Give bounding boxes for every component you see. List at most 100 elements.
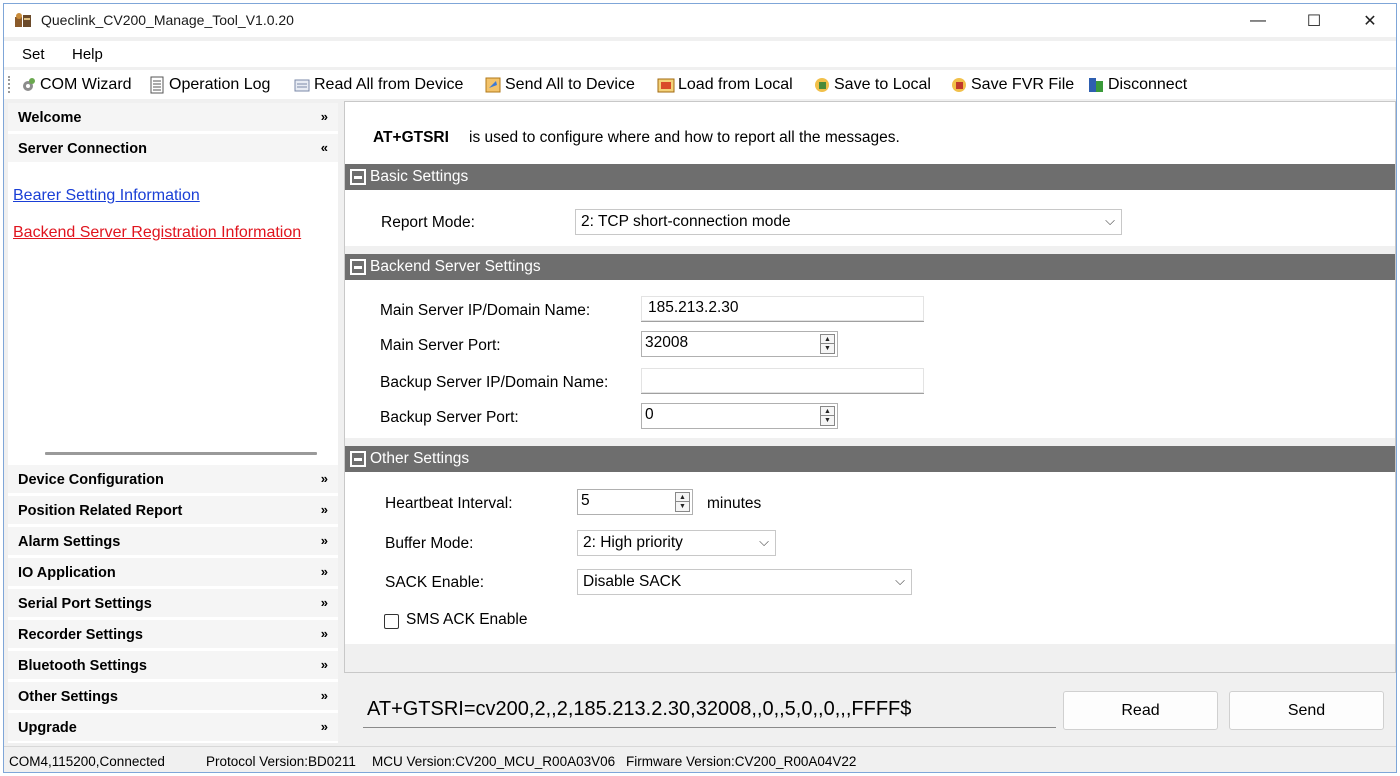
section-title: Backend Server Settings [370,258,541,275]
chevron-down-icon: ⌵ [759,534,769,549]
stepper-down-icon[interactable]: ▼ [821,416,834,425]
sidebar-section-upgrade[interactable]: Upgrade » [8,713,338,742]
backup-server-ip-input[interactable] [641,368,924,394]
sidebar-section-label: IO Application [18,565,116,581]
intro-command: AT+GTSRI [373,129,449,146]
send-button[interactable]: Send [1229,691,1384,730]
sidebar-section-label: Recorder Settings [18,627,143,643]
stepper-down-icon[interactable]: ▼ [676,502,689,511]
report-mode-select[interactable]: 2: TCP short-connection mode ⌵ [575,209,1122,235]
buffer-mode-select[interactable]: 2: High priority ⌵ [577,530,776,556]
sidebar-section-label: Bluetooth Settings [18,658,147,674]
command-input[interactable]: AT+GTSRI=cv200,2,,2,185.213.2.30,32008,,… [363,693,1056,728]
send-all-label: Send All to Device [505,76,635,93]
close-button[interactable]: ✕ [1342,4,1396,37]
stepper-buttons[interactable]: ▲ ▼ [820,334,835,354]
sidebar-section-io-application[interactable]: IO Application » [8,558,338,587]
save-fvr-button[interactable]: Save FVR File [950,74,1074,96]
sidebar-section-alarm-settings[interactable]: Alarm Settings » [8,527,338,556]
main-server-port-stepper[interactable]: 32008 ▲ ▼ [641,331,838,357]
chevron-down-icon: » [320,657,328,672]
read-all-button[interactable]: Read All from Device [293,74,463,96]
sidebar-section-label: Server Connection [18,141,147,157]
send-all-button[interactable]: Send All to Device [484,74,635,96]
sidebar-section-label: Upgrade [18,720,77,736]
status-protocol-version: Protocol Version:BD0211 [206,754,356,769]
stepper-up-icon[interactable]: ▲ [821,335,834,344]
sidebar-section-welcome[interactable]: Welcome » [8,103,338,132]
sidebar-section-server-connection[interactable]: Server Connection « [8,134,338,163]
collapse-icon[interactable] [350,259,366,275]
section-backend-server-header[interactable]: Backend Server Settings [345,254,1395,280]
chevron-down-icon: » [320,533,328,548]
collapse-icon[interactable] [350,451,366,467]
section-other-settings-body: Heartbeat Interval: 5 ▲ ▼ minutes Buffer… [345,472,1395,644]
section-other-settings-header[interactable]: Other Settings [345,446,1395,472]
save-icon [815,78,829,92]
disconnect-button[interactable]: Disconnect [1087,74,1187,96]
section-backend-server-body: Main Server IP/Domain Name: 185.213.2.30… [345,280,1395,438]
sidebar-section-other-settings[interactable]: Other Settings » [8,682,338,711]
heartbeat-interval-stepper[interactable]: 5 ▲ ▼ [577,489,693,515]
chevron-down-icon: » [320,471,328,486]
chevron-down-icon: » [320,502,328,517]
app-logo-icon [15,13,31,27]
log-icon [150,76,164,94]
status-bar: COM4,115200,Connected Protocol Version:B… [4,746,1396,772]
sack-enable-select[interactable]: Disable SACK ⌵ [577,569,912,595]
save-fvr-label: Save FVR File [971,76,1075,93]
sms-ack-checkbox[interactable] [384,614,399,629]
disconnect-icon [1089,78,1103,92]
status-mcu-version: MCU Version:CV200_MCU_R00A03V06 [372,754,616,769]
stepper-up-icon[interactable]: ▲ [676,493,689,502]
sidebar-section-recorder[interactable]: Recorder Settings » [8,620,338,649]
section-title: Other Settings [370,450,470,467]
report-mode-value: 2: TCP short-connection mode [581,213,791,230]
send-icon [485,77,501,93]
toolbar-grip[interactable] [8,76,11,93]
stepper-buttons[interactable]: ▲ ▼ [820,406,835,426]
chevron-up-icon: « [320,140,328,155]
intro-text: is used to configure where and how to re… [469,129,900,146]
com-wizard-button[interactable]: COM Wizard [19,74,132,96]
disconnect-label: Disconnect [1108,76,1188,93]
intro-description: AT+GTSRI is used to configure where and … [345,102,1395,164]
minimize-button[interactable]: — [1230,4,1286,37]
stepper-up-icon[interactable]: ▲ [821,407,834,416]
collapse-icon[interactable] [350,169,366,185]
sidebar-section-serial-port[interactable]: Serial Port Settings » [8,589,338,618]
menu-help[interactable]: Help [72,46,103,63]
sidebar: Welcome » Server Connection « Bearer Set… [8,103,338,743]
menu-set[interactable]: Set [22,46,45,63]
backup-server-ip-label: Backup Server IP/Domain Name: [380,374,609,391]
com-wizard-label: COM Wizard [40,76,132,93]
report-mode-label: Report Mode: [381,214,475,231]
section-title: Basic Settings [370,168,469,185]
chevron-down-icon: » [320,564,328,579]
backup-server-port-value: 0 [645,406,654,423]
read-all-label: Read All from Device [314,76,464,93]
section-basic-settings-header[interactable]: Basic Settings [345,164,1395,190]
sidebar-splitter[interactable] [45,452,317,455]
stepper-down-icon[interactable]: ▼ [821,344,834,353]
backup-server-port-stepper[interactable]: 0 ▲ ▼ [641,403,838,429]
menu-bar: Set Help [4,41,1396,67]
load-local-button[interactable]: Load from Local [657,74,793,96]
link-bearer-setting[interactable]: Bearer Setting Information [13,187,200,205]
maximize-button[interactable]: ☐ [1286,4,1342,37]
sidebar-section-device-configuration[interactable]: Device Configuration » [8,465,338,494]
save-local-button[interactable]: Save to Local [813,74,931,96]
chevron-down-icon: ⌵ [895,573,905,588]
sidebar-section-bluetooth[interactable]: Bluetooth Settings » [8,651,338,680]
sidebar-section-position-report[interactable]: Position Related Report » [8,496,338,525]
buffer-mode-value: 2: High priority [583,534,683,551]
main-panel: AT+GTSRI is used to configure where and … [344,101,1396,673]
sidebar-section-label: Position Related Report [18,503,183,519]
operation-log-button[interactable]: Operation Log [148,74,270,96]
link-backend-server-registration[interactable]: Backend Server Registration Information [13,224,301,242]
stepper-buttons[interactable]: ▲ ▼ [675,492,690,512]
main-server-ip-label: Main Server IP/Domain Name: [380,302,591,319]
read-button[interactable]: Read [1063,691,1218,730]
chevron-down-icon: ⌵ [1105,213,1115,228]
main-server-ip-input[interactable]: 185.213.2.30 [641,296,924,322]
